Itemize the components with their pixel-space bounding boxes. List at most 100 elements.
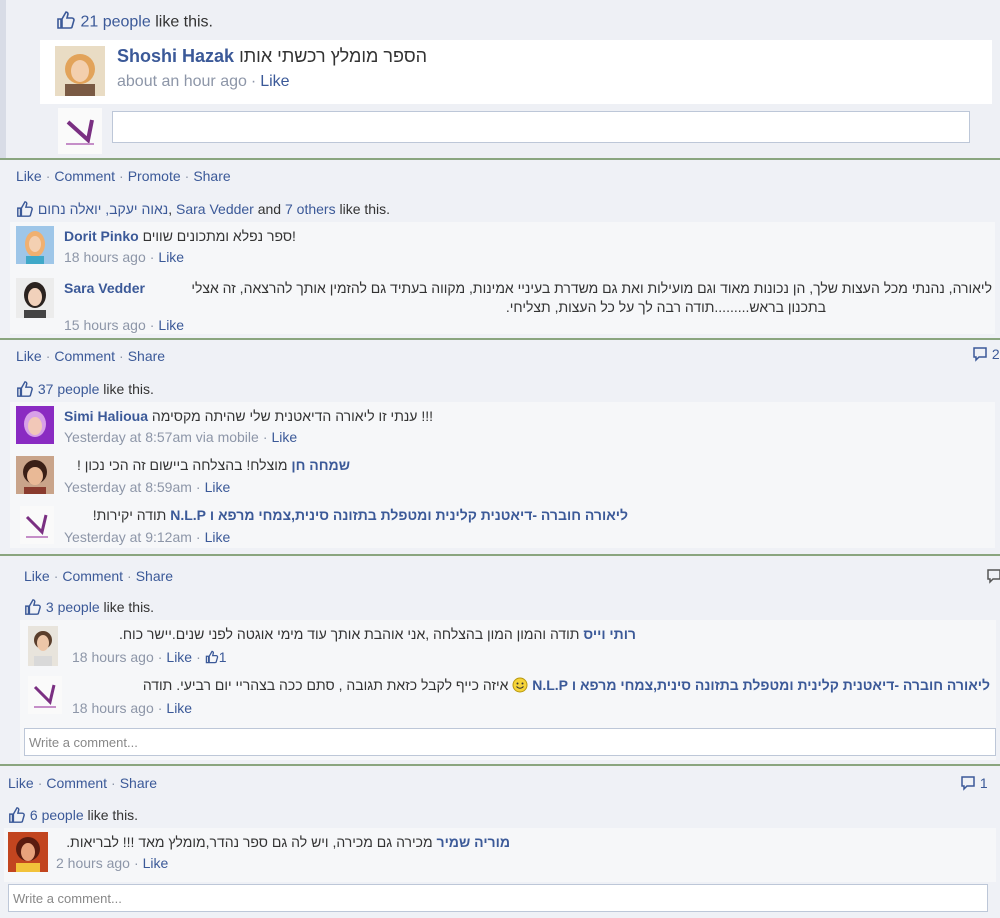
comment-timestamp: about an hour ago	[117, 73, 247, 90]
dot-separator: ·	[157, 649, 163, 665]
avatar[interactable]	[55, 46, 105, 96]
post-actions: Like · Comment · Promote · Share	[16, 168, 231, 184]
comment-action[interactable]: Comment	[62, 568, 123, 584]
comment-count-number[interactable]: 1	[980, 775, 988, 791]
comment-action[interactable]: Comment	[54, 168, 115, 184]
and-text: and	[257, 201, 282, 218]
dot-separator: ·	[53, 568, 59, 584]
comment-author[interactable]: Shoshi Hazak	[117, 46, 234, 66]
thumbs-up-icon	[24, 598, 42, 619]
comment-bubble-icon[interactable]	[986, 568, 1000, 589]
avatar[interactable]	[16, 406, 54, 444]
liker-name[interactable]: Sara Vedder	[176, 201, 254, 217]
page-logo-avatar[interactable]	[20, 506, 54, 544]
liker-names-hebrew[interactable]: נאוה יעקב, יואלה נחום	[38, 201, 168, 217]
comment-text: ספר נפלא ומתכונים שווים!	[142, 228, 296, 244]
thumbs-up-icon	[56, 10, 76, 35]
post-actions: Like · Comment · Share	[8, 775, 157, 791]
comment-input[interactable]	[112, 111, 970, 143]
comment-like-link[interactable]: Like	[166, 700, 192, 716]
comment-author[interactable]: רותי וייס	[583, 626, 636, 642]
dot-separator: ·	[157, 700, 163, 716]
likes-count-link[interactable]: 37 people	[38, 381, 100, 397]
comment-author[interactable]: שמחה חן	[291, 457, 350, 473]
comment-action[interactable]: Comment	[54, 348, 115, 364]
dot-separator: ·	[195, 479, 201, 495]
likes-count-link[interactable]: 21 people	[80, 14, 150, 31]
dot-separator: ·	[262, 429, 268, 445]
page-logo-avatar[interactable]	[58, 108, 102, 154]
comment-timestamp: Yesterday at 9:12am	[64, 529, 192, 545]
comment-panel-4: Like · Comment · Share 3 people like this. ר…	[0, 556, 1000, 764]
share-action[interactable]: Share	[120, 775, 157, 791]
comment-like-link[interactable]: Like	[272, 429, 298, 445]
smiley-icon	[512, 677, 528, 696]
comment-like-count[interactable]: 1	[219, 649, 227, 665]
avatar[interactable]	[16, 456, 54, 494]
share-action[interactable]: Share	[136, 568, 173, 584]
comment-content: ליאורה חוברה -דיאטנית קלינית ומטפלת בתזו…	[64, 507, 628, 523]
avatar[interactable]	[16, 226, 54, 264]
comment-text: מוצלח! בהצלחה ביישום זה הכי נכון !	[76, 457, 288, 473]
avatar[interactable]	[16, 278, 54, 318]
comment-like-link[interactable]: Like	[158, 317, 184, 333]
dot-separator: ·	[127, 568, 132, 584]
like-action[interactable]: Like	[24, 568, 50, 584]
comment-count[interactable]: 2	[972, 346, 1000, 365]
write-comment-input[interactable]: Write a comment...	[8, 884, 988, 912]
others-link[interactable]: 7 others	[285, 201, 336, 217]
comment-meta: 18 hours ago · Like	[64, 249, 184, 265]
comment-timestamp: 18 hours ago	[72, 649, 154, 665]
comment-meta: 2 hours ago · Like	[56, 855, 168, 871]
promote-action[interactable]: Promote	[128, 168, 181, 184]
share-action[interactable]: Share	[193, 168, 230, 184]
comment-meta: Yesterday at 8:57am via mobile · Like	[64, 429, 297, 445]
comment-count-number[interactable]: 2	[992, 346, 1000, 362]
comment-text: תודה והמון המון בהצלחה ,אני אוהבת אותך ע…	[118, 626, 580, 642]
comment-bubble-icon	[972, 346, 988, 365]
comment-timestamp: 2 hours ago	[56, 855, 130, 871]
dot-separator: ·	[196, 649, 201, 665]
comment-like-link[interactable]: Like	[205, 529, 231, 545]
comment-author[interactable]: ליאורה חוברה -דיאטנית קלינית ומטפלת בתזו…	[170, 507, 628, 523]
like-action[interactable]: Like	[16, 348, 42, 364]
comment-like-link[interactable]: Like	[205, 479, 231, 495]
dot-separator: ·	[149, 317, 155, 333]
comment-content: שמחה חן מוצלח! בהצלחה ביישום זה הכי נכון…	[64, 457, 350, 473]
dot-separator: ·	[119, 348, 124, 364]
comment-action[interactable]: Comment	[46, 775, 107, 791]
comment-author[interactable]: Dorit Pinko	[64, 228, 139, 244]
comment-meta: Yesterday at 8:59am · Like	[64, 479, 230, 495]
avatar[interactable]	[28, 626, 58, 666]
comment-meta: about an hour ago · Like	[117, 73, 290, 91]
comment-bubble-icon	[960, 775, 976, 794]
dot-separator: ·	[250, 73, 257, 90]
dot-separator: ·	[133, 855, 139, 871]
dot-separator: ·	[45, 168, 51, 184]
comment-author[interactable]: Simi Halioua	[64, 408, 148, 424]
comment-like-link[interactable]: Like	[260, 73, 289, 90]
comment-content: רותי וייס תודה והמון המון בהצלחה ,אני או…	[72, 626, 636, 642]
likes-count-link[interactable]: 6 people	[30, 807, 84, 823]
comment-count[interactable]: 1	[960, 775, 988, 794]
write-comment-input[interactable]: Write a comment...	[24, 728, 996, 756]
comment-like-link[interactable]: Like	[166, 649, 192, 665]
like-action[interactable]: Like	[16, 168, 42, 184]
page-logo-avatar[interactable]	[28, 676, 62, 714]
comment-author[interactable]: Sara Vedder	[64, 280, 145, 296]
comment-like-link[interactable]: Like	[158, 249, 184, 265]
avatar[interactable]	[8, 832, 48, 872]
dot-separator: ·	[184, 168, 190, 184]
comment-like-link[interactable]: Like	[143, 855, 169, 871]
comment-content: Dorit Pinko ספר נפלא ומתכונים שווים!	[64, 228, 296, 244]
comment-text: איזה כייף לקבל כזאת תגובה , סתם ככה בצהר…	[142, 677, 509, 694]
comment-panel-5: Like · Comment · Share 1 6 people like this.…	[0, 766, 1000, 918]
comment-author[interactable]: ליאורה חוברה -דיאטנית קלינית ומטפלת בתזו…	[532, 677, 990, 693]
comment-text: ענתי זו ליאורה הדיאטנית שלי שהיתה מקסימה…	[151, 408, 434, 424]
like-action[interactable]: Like	[8, 775, 34, 791]
share-action[interactable]: Share	[128, 348, 165, 364]
comment-author[interactable]: מוריה שמיר	[437, 834, 510, 850]
comment-timestamp: 18 hours ago	[72, 700, 154, 716]
comma: ,	[168, 201, 173, 218]
likes-count-link[interactable]: 3 people	[46, 599, 100, 615]
